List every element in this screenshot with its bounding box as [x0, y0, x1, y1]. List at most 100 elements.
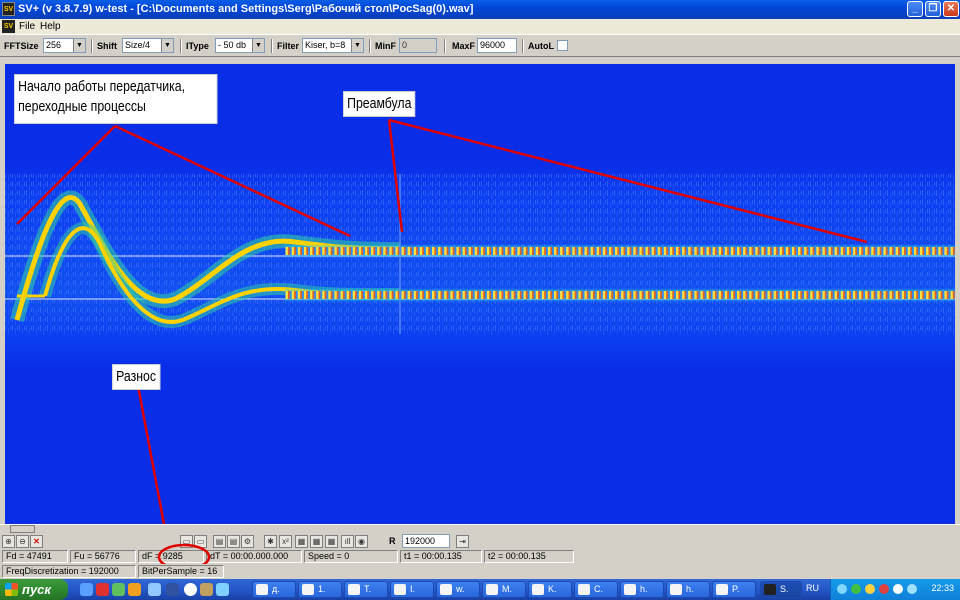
close-button[interactable]: ✕: [943, 1, 959, 17]
marker-icon[interactable]: ✱: [264, 535, 277, 548]
filter-select[interactable]: Kiser, b=8 ▼: [302, 38, 364, 53]
chevron-down-icon: ▼: [351, 39, 363, 52]
window-icon: [394, 584, 406, 595]
autol-label: AutoL: [528, 41, 554, 51]
restore-button[interactable]: ❐: [925, 1, 941, 17]
taskbar-item-label: С.: [594, 584, 603, 594]
taskbar-item-label: h.: [640, 584, 648, 594]
shift-value: Size/4: [125, 40, 151, 50]
r-field[interactable]: 192000: [402, 534, 450, 548]
taskbar-item[interactable]: P.: [712, 581, 756, 598]
callout-start-line2: переходные процессы: [18, 98, 146, 115]
callout-preamble: Преамбула: [343, 91, 416, 117]
toolbar: FFTSize 256 ▼ Shift Size/4 ▼ IType - 50 db…: [0, 35, 960, 57]
taskbar-item-active[interactable]: S.: [760, 581, 802, 598]
status-bits: BitPerSample = 16: [138, 565, 224, 578]
bars-icon[interactable]: ıll: [341, 535, 354, 548]
tray-app-icon[interactable]: [851, 584, 861, 594]
app-quick-icon[interactable]: [166, 583, 179, 596]
network-quick-icon[interactable]: [216, 583, 229, 596]
power-icon[interactable]: x²: [279, 535, 292, 548]
callout-spacing: Разнос: [112, 364, 161, 390]
target-icon[interactable]: ◉: [355, 535, 368, 548]
chevron-down-icon: ▼: [252, 39, 264, 52]
document-icon[interactable]: SV: [2, 20, 15, 33]
start-button[interactable]: пуск: [0, 579, 68, 600]
media-icon[interactable]: [148, 583, 161, 596]
window-icon: [486, 584, 498, 595]
taskbar-item[interactable]: Т.: [344, 581, 388, 598]
taskbar-item-label: P.: [732, 584, 740, 594]
antivirus-icon[interactable]: [879, 584, 889, 594]
maxf-field[interactable]: 96000: [477, 38, 517, 53]
language-indicator[interactable]: RU: [806, 583, 819, 593]
r-label: R: [389, 536, 396, 546]
shift-label: Shift: [97, 41, 117, 51]
opera-icon[interactable]: [96, 583, 109, 596]
window-icon: [624, 584, 636, 595]
tools-row: ⊕ ⊖ ✕ ▭ ▭ ▤ ▤ ⚙ ✱ x² ▦ ▦ ▦ ıll ◉ R 19200…: [0, 533, 960, 549]
tool-button-4[interactable]: ▤: [227, 535, 240, 548]
zoom-reset-icon[interactable]: ✕: [30, 535, 43, 548]
tool-button-5[interactable]: ▦: [295, 535, 308, 548]
minimize-button[interactable]: _: [907, 1, 923, 17]
taskbar-item-label: h.: [686, 584, 694, 594]
tool-button-7[interactable]: ▦: [325, 535, 338, 548]
quicklaunch-icon[interactable]: [112, 583, 125, 596]
taskbar-item[interactable]: h.: [666, 581, 710, 598]
clock: 22:33: [931, 583, 954, 593]
status-bar-1: Fd = 47491 Fu = 56776 dF = 9285 dT = 00:…: [0, 549, 960, 564]
preamble-band-lower: [285, 291, 955, 299]
settings-icon[interactable]: ⚙: [241, 535, 254, 548]
chevron-down-icon: ▼: [161, 39, 173, 52]
tray-chevron-icon[interactable]: [837, 584, 847, 594]
tool-quick-icon[interactable]: [200, 583, 213, 596]
disc-icon[interactable]: [184, 583, 197, 596]
network-icon[interactable]: [893, 584, 903, 594]
taskbar-item-label: д.: [272, 584, 280, 594]
toolbar-separator: [444, 39, 446, 53]
tool-button-6[interactable]: ▦: [310, 535, 323, 548]
shift-select[interactable]: Size/4 ▼: [122, 38, 174, 53]
ie-icon[interactable]: [80, 583, 93, 596]
taskbar-item[interactable]: h.: [620, 581, 664, 598]
status-freqdisc: FreqDiscretization = 192000: [2, 565, 136, 578]
zoom-out-icon[interactable]: ⊖: [16, 535, 29, 548]
fftsize-label: FFTSize: [4, 41, 39, 51]
status-bar-2: FreqDiscretization = 192000 BitPerSample…: [0, 564, 960, 579]
autol-checkbox[interactable]: [557, 40, 568, 51]
apply-icon[interactable]: ⇥: [456, 535, 469, 548]
horizontal-scrollbar[interactable]: [0, 524, 960, 533]
taskbar-item[interactable]: 1.: [298, 581, 342, 598]
taskbar: пуск д. 1. Т. I. w. M. K. С. h. h. P. S.…: [0, 579, 960, 600]
fftsize-select[interactable]: 256 ▼: [43, 38, 86, 53]
status-fu: Fu = 56776: [70, 550, 136, 563]
taskbar-item[interactable]: w.: [436, 581, 480, 598]
start-label: пуск: [22, 582, 51, 597]
folder-icon[interactable]: [128, 583, 141, 596]
taskbar-item[interactable]: д.: [252, 581, 296, 598]
menu-bar: SV File Help: [0, 19, 960, 35]
taskbar-item[interactable]: K.: [528, 581, 572, 598]
zoom-in-icon[interactable]: ⊕: [2, 535, 15, 548]
menu-file[interactable]: File: [19, 21, 35, 32]
itype-label: IType: [186, 41, 209, 51]
tool-button-3[interactable]: ▤: [213, 535, 226, 548]
scrollbar-thumb[interactable]: [10, 525, 35, 533]
minf-field[interactable]: 0: [399, 38, 437, 53]
taskbar-item[interactable]: M.: [482, 581, 526, 598]
bluetooth-icon[interactable]: [865, 584, 875, 594]
taskbar-item-label: w.: [456, 584, 465, 594]
itype-select[interactable]: - 50 db ▼: [215, 38, 265, 53]
sv-app-icon: [764, 584, 776, 595]
volume-icon[interactable]: [907, 584, 917, 594]
spectrogram[interactable]: [5, 64, 955, 524]
taskbar-item[interactable]: С.: [574, 581, 618, 598]
menu-help[interactable]: Help: [40, 21, 61, 32]
window-icon: [532, 584, 544, 595]
status-speed: Speed = 0: [304, 550, 398, 563]
status-t2: t2 = 00:00.135: [484, 550, 574, 563]
taskbar-item-label: 1.: [318, 584, 326, 594]
taskbar-item[interactable]: I.: [390, 581, 434, 598]
filter-value: Kiser, b=8: [305, 40, 346, 50]
